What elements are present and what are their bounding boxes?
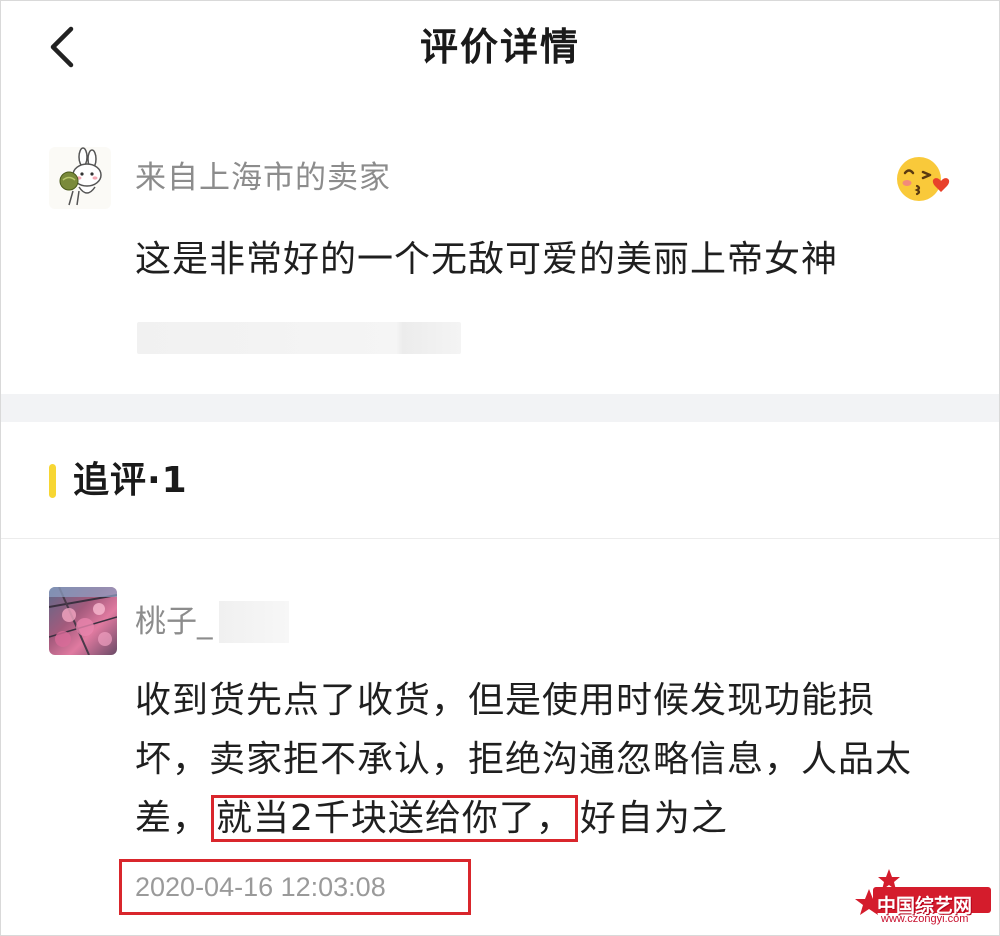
- page-frame: 评价详情 来自上海市的卖家 这是非常好的一个无敌可爱的美丽上帝女神 追评·1 桃…: [0, 0, 1000, 936]
- watermark-url: www.czongyi.com: [881, 913, 969, 925]
- section-accent-bar: [49, 464, 56, 498]
- followup-section-header: 追评·1: [1, 422, 999, 539]
- comment-line: 差， 就当2千块送给你了， 好自为之: [135, 789, 965, 848]
- site-watermark: 中国综艺网 www.czongyi.com: [855, 867, 993, 929]
- seller-review: 来自上海市的卖家 这是非常好的一个无敌可爱的美丽上帝女神: [1, 93, 999, 393]
- page-title: 评价详情: [419, 25, 580, 69]
- comment-line: 坏，卖家拒不承认，拒绝沟通忽略信息，人品太: [135, 739, 913, 780]
- buyer-name: 桃子_: [135, 604, 213, 640]
- blurred-username: [219, 601, 289, 643]
- bunny-avatar-icon: [59, 147, 102, 206]
- comment-prefix: 差，: [135, 798, 210, 839]
- seller-name: 来自上海市的卖家: [135, 160, 391, 196]
- blossom-photo-icon: [49, 587, 117, 655]
- kiss-emoji-icon: [895, 153, 951, 205]
- comment-line: 收到货先点了收货，但是使用时候发现功能损: [135, 680, 876, 721]
- comment-suffix: 好自为之: [579, 798, 728, 839]
- section-divider: [1, 394, 999, 422]
- followup-comment: 收到货先点了收货，但是使用时候发现功能损 坏，卖家拒不承认，拒绝沟通忽略信息，人…: [135, 671, 965, 848]
- highlighted-phrase: 就当2千块送给你了，: [211, 795, 578, 842]
- blurred-content: [137, 322, 461, 354]
- nav-header: 评价详情: [1, 1, 999, 93]
- review-text: 这是非常好的一个无敌可爱的美丽上帝女神: [135, 239, 839, 280]
- followup-title: 追评·1: [73, 460, 188, 501]
- followup-timestamp: 2020-04-16 12:03:08: [135, 872, 386, 902]
- buyer-avatar[interactable]: [49, 587, 117, 655]
- seller-avatar[interactable]: [49, 147, 111, 209]
